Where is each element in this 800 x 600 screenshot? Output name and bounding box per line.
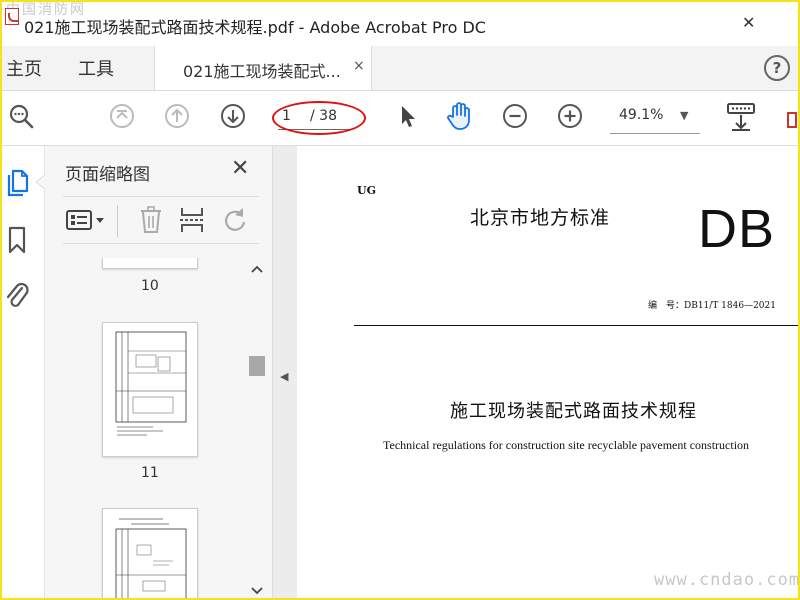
- chevron-down-icon: ▼: [680, 109, 689, 122]
- search-zoom-icon[interactable]: [8, 103, 34, 129]
- thumbnail-page-11[interactable]: [102, 322, 198, 457]
- acrobat-app-icon: [5, 8, 19, 25]
- zoom-level-select[interactable]: 49.1% ▼: [610, 107, 700, 134]
- zoom-level-value: 49.1%: [619, 107, 664, 123]
- close-panel-icon[interactable]: ✕: [231, 156, 249, 181]
- scroll-mode-icon[interactable]: [726, 102, 756, 132]
- thumbnails-panel: 页面缩略图 ✕ 10 11: [45, 146, 273, 598]
- document-view: UG 北京市地方标准 DB 编 号：DB11/T 1846—2021 施工现场装…: [298, 146, 798, 598]
- help-icon[interactable]: ?: [764, 55, 790, 81]
- tab-document-label: 021施工现场装配式...: [183, 62, 341, 81]
- document-code-line: 编 号：DB11/T 1846—2021: [648, 301, 776, 311]
- toolbar: 1 / 38 49.1% ▼: [2, 91, 798, 146]
- scroll-up-icon[interactable]: [251, 264, 263, 274]
- red-highlight-ellipse: [272, 101, 366, 135]
- collapse-panel-icon[interactable]: ◀: [280, 370, 288, 383]
- thumbnail-tools: [63, 196, 259, 244]
- tab-tools[interactable]: 工具: [78, 55, 114, 81]
- scrollbar-thumb[interactable]: [249, 356, 265, 376]
- tab-close-icon[interactable]: ×: [353, 58, 365, 74]
- title-bar: 中国消防网 021施工现场装配式路面技术规程.pdf - Adobe Acrob…: [2, 2, 798, 46]
- zoom-in-icon[interactable]: [557, 103, 583, 129]
- rotate-page-icon[interactable]: [221, 206, 249, 234]
- first-page-icon[interactable]: [109, 103, 135, 129]
- thumbnail-options-icon[interactable]: [65, 209, 107, 231]
- document-corner-tag: UG: [357, 184, 376, 197]
- delete-page-icon[interactable]: [139, 206, 163, 234]
- tab-document[interactable]: 021施工现场装配式... ×: [154, 46, 372, 90]
- thumbnail-page-12[interactable]: [102, 508, 198, 598]
- window-title: 021施工现场装配式路面技术规程.pdf - Adobe Acrobat Pro…: [24, 18, 486, 37]
- tab-bar: 主页 工具 021施工现场装配式... × ?: [2, 46, 798, 91]
- thumbnail-page-10[interactable]: [102, 258, 198, 269]
- acrobat-window: 中国消防网 021施工现场装配式路面技术规程.pdf - Adobe Acrob…: [0, 0, 800, 600]
- next-page-icon[interactable]: [220, 103, 246, 129]
- attachment-icon[interactable]: [4, 280, 30, 312]
- window-close-button[interactable]: ✕: [742, 13, 755, 32]
- tab-home[interactable]: 主页: [6, 55, 42, 81]
- scroll-down-icon[interactable]: [251, 586, 263, 596]
- thumbnail-label-10: 10: [141, 278, 159, 294]
- navigation-rail: [2, 146, 46, 598]
- more-tools-icon[interactable]: [786, 103, 798, 129]
- select-cursor-icon[interactable]: [395, 103, 421, 129]
- thumbnail-11-preview: [115, 331, 187, 436]
- previous-page-icon[interactable]: [164, 103, 190, 129]
- document-horizontal-rule: [354, 325, 798, 326]
- watermark-bottom: www.cndao.com: [654, 570, 800, 590]
- thumbnails-scrollbar[interactable]: [248, 260, 266, 598]
- extract-pages-icon[interactable]: [179, 206, 205, 234]
- thumbnail-12-preview: [115, 518, 187, 598]
- panel-collapse-strip[interactable]: ◀: [273, 146, 297, 598]
- bookmark-icon[interactable]: [7, 226, 27, 254]
- zoom-out-icon[interactable]: [502, 103, 528, 129]
- document-issuer: 北京市地方标准: [470, 207, 611, 229]
- document-standard-prefix: DB: [698, 199, 776, 259]
- document-title-chinese: 施工现场装配式路面技术规程: [450, 401, 697, 422]
- tools-divider: [117, 205, 118, 237]
- zoom-underline: [610, 133, 700, 134]
- thumbnails-panel-title: 页面缩略图: [65, 165, 150, 185]
- hand-tool-icon[interactable]: [446, 101, 474, 131]
- document-title-english: Technical regulations for construction s…: [383, 438, 750, 452]
- page-thumbnails-icon[interactable]: [6, 168, 30, 198]
- thumbnail-label-11: 11: [141, 465, 159, 481]
